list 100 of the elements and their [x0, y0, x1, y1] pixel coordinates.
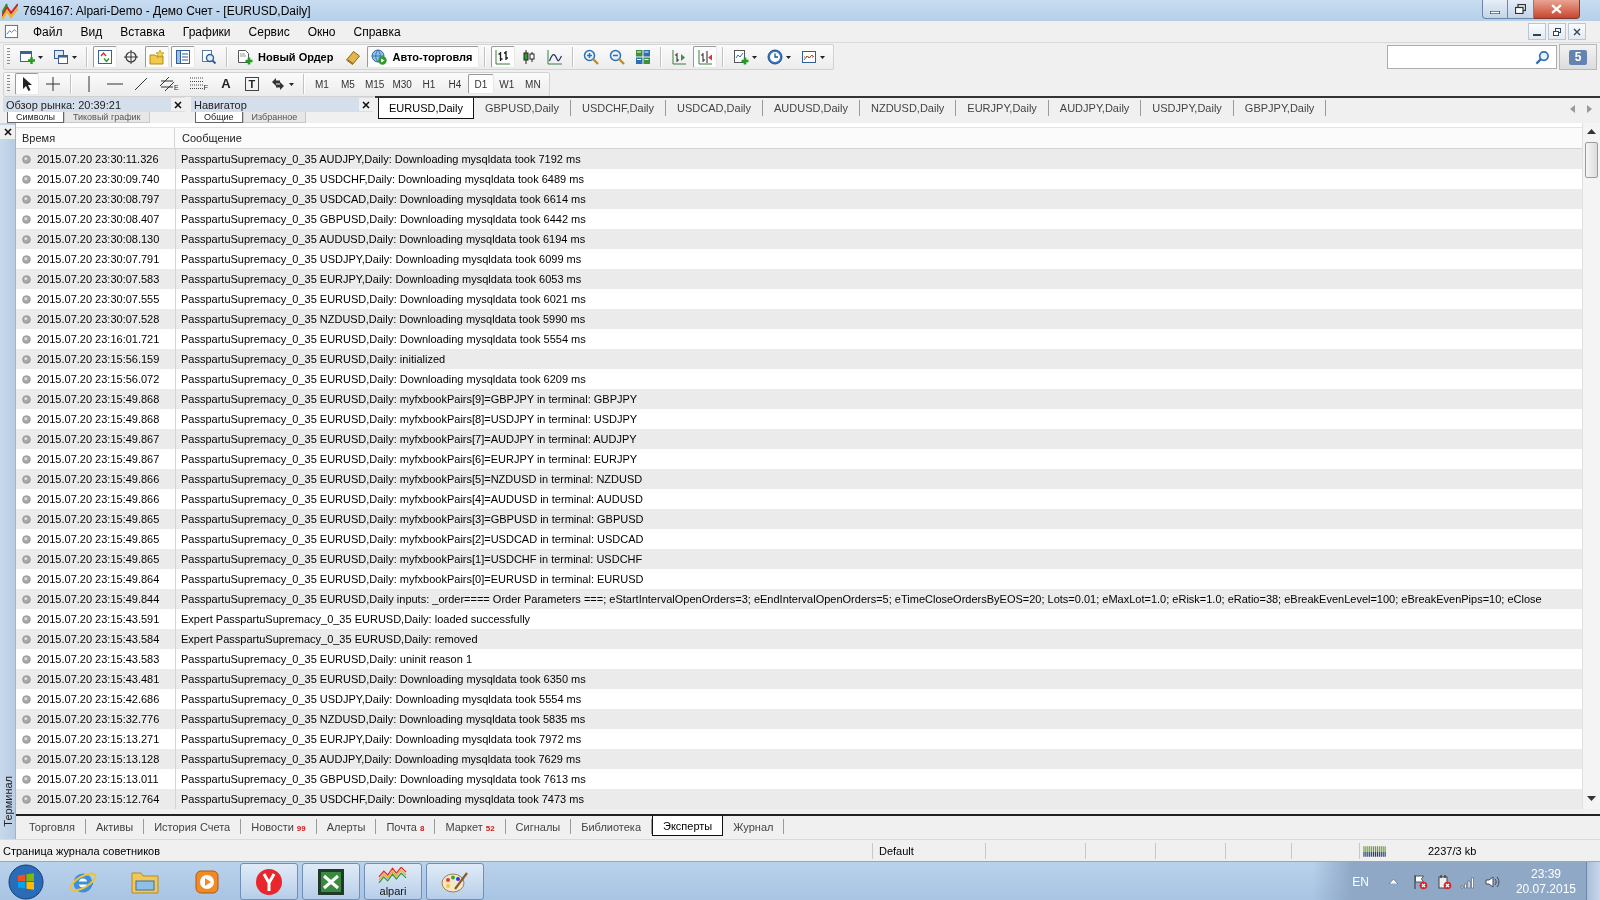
column-header[interactable]: Время	[16, 128, 175, 148]
table-row[interactable]: 2015.07.20 23:15:43.481 PasspartuSupremacy_0_35 EURUSD,Daily: Downloading mysqldata took 6350 ms	[16, 669, 1582, 689]
period-button[interactable]: W1	[493, 74, 520, 94]
drag-handle-icon[interactable]	[7, 48, 10, 66]
menu-item[interactable]: Графики	[173, 22, 240, 41]
toolbar-button[interactable]: Авто-торговля	[367, 46, 479, 68]
bar-chart-icon	[494, 49, 511, 65]
period-button[interactable]: MN	[519, 74, 546, 94]
terminal-tab[interactable]: История Счета	[144, 819, 242, 834]
taskbar-button[interactable]: alpari	[364, 863, 422, 900]
close-button[interactable]	[1534, 0, 1580, 19]
terminal-tab[interactable]: Эксперты	[652, 816, 724, 836]
restore-button[interactable]	[1548, 23, 1566, 40]
menu-item[interactable]: Сервис	[239, 22, 299, 41]
scroll-down-icon[interactable]	[1587, 796, 1596, 801]
wedge-icon	[345, 49, 362, 65]
chart-tab[interactable]: USDCHF,Daily	[570, 100, 667, 116]
table-row[interactable]: 2015.07.20 23:15:12.764 PasspartuSupremacy_0_35 USDCHF,Daily: Downloading mysqldata took 7473 ms	[16, 789, 1582, 809]
table-row[interactable]: 2015.07.20 23:15:49.865 PasspartuSupremacy_0_35 EURUSD,Daily: myfxbookPairs[1]=USDCHF in terminal: USDCHF	[16, 549, 1582, 569]
toolbar-button[interactable]	[171, 46, 195, 68]
status-dot-icon	[22, 694, 31, 704]
chart-tab[interactable]: NZDUSD,Daily	[860, 100, 957, 116]
scroll-up-icon[interactable]	[1587, 129, 1596, 134]
tool-button[interactable]: A	[213, 73, 238, 95]
chart-tab[interactable]: EURUSD,Daily	[378, 98, 474, 119]
period-button[interactable]: D1	[467, 74, 494, 94]
speaker-icon[interactable]	[1483, 873, 1500, 890]
table-row[interactable]: 2015.07.20 23:15:56.159 PasspartuSupremacy_0_35 EURUSD,Daily: initialized	[16, 349, 1582, 369]
menu-item[interactable]: Вид	[71, 22, 112, 41]
period-button[interactable]: M1	[308, 74, 335, 94]
chart-tab[interactable]: GBPJPY,Daily	[1233, 100, 1327, 116]
terminal-tab[interactable]: Сигналы	[505, 819, 572, 834]
zoom-out-icon	[608, 49, 625, 65]
table-row[interactable]: 2015.07.20 23:15:49.866 PasspartuSupremacy_0_35 EURUSD,Daily: myfxbookPairs[5]=NZDUSD in terminal: NZDUSD	[16, 469, 1582, 489]
terminal-tab[interactable]: Алерты	[316, 819, 377, 834]
column-header[interactable]: Сообщение	[175, 128, 1582, 148]
flag-error-icon[interactable]	[1411, 873, 1428, 890]
close-button[interactable]	[0, 125, 15, 139]
table-row[interactable]: 2015.07.20 23:15:49.865 PasspartuSupremacy_0_35 EURUSD,Daily: myfxbookPairs[3]=GBPUSD in terminal: GBPUSD	[16, 509, 1582, 529]
restore-button[interactable]	[1508, 0, 1534, 19]
table-row[interactable]: 2015.07.20 23:30:07.583 PasspartuSupremacy_0_35 EURJPY,Daily: Downloading mysqldata took 6053 ms	[16, 269, 1582, 289]
status-dot-icon	[22, 534, 31, 544]
chart-tab[interactable]: AUDJPY,Daily	[1048, 100, 1142, 116]
period-button[interactable]: H1	[415, 74, 442, 94]
table-row[interactable]: 2015.07.20 23:15:43.584 Expert PasspartuSupremacy_0_35 EURUSD,Daily: removed	[16, 629, 1582, 649]
terminal-tab[interactable]: Почта 8	[376, 819, 436, 834]
terminal-tab[interactable]: Маркет 52	[435, 819, 506, 834]
taskbar-button[interactable]	[302, 863, 360, 900]
table-row[interactable]: 2015.07.20 23:30:08.130 PasspartuSupremacy_0_35 AUDUSD,Daily: Downloading mysqldata took 6194 ms	[16, 229, 1582, 249]
vertical-line-icon	[88, 76, 90, 92]
power-plug-error-icon[interactable]	[1435, 873, 1452, 890]
scrollbar[interactable]	[1582, 123, 1600, 809]
close-button[interactable]	[359, 98, 373, 111]
toolbar-button[interactable]	[490, 46, 515, 68]
chart-tab[interactable]: AUDUSD,Daily	[763, 100, 860, 116]
chart-tab[interactable]: USDJPY,Daily	[1141, 100, 1234, 116]
table-row[interactable]: 2015.07.20 23:15:13.128 PasspartuSupremacy_0_35 AUDJPY,Daily: Downloading mysqldata took 7629 ms	[16, 749, 1582, 769]
table-row[interactable]: 2015.07.20 23:30:07.528 PasspartuSupremacy_0_35 NZDUSD,Daily: Downloading mysqldata took 5990 ms	[16, 309, 1582, 329]
chart-tab[interactable]: GBPUSD,Daily	[473, 100, 571, 116]
terminal-tab[interactable]: Журнал	[723, 819, 785, 834]
table-cell-text: 2015.07.20 23:30:07.583	[37, 273, 161, 285]
minimize-button[interactable]	[1528, 23, 1546, 40]
status-dot-icon	[22, 194, 31, 204]
table-row[interactable]: 2015.07.20 23:15:49.867 PasspartuSupremacy_0_35 EURUSD,Daily: myfxbookPairs[7]=AUDJPY in terminal: AUDJPY	[16, 429, 1582, 449]
chart-tab[interactable]: USDCAD,Daily	[666, 100, 764, 116]
menu-item[interactable]: Справка	[344, 22, 410, 41]
menu-item[interactable]: Вставка	[111, 22, 174, 41]
drag-handle-icon[interactable]	[7, 75, 10, 93]
terminal-tab[interactable]: Активы	[85, 819, 145, 834]
close-button[interactable]	[171, 98, 185, 111]
zoom-in-icon	[582, 49, 599, 65]
tool-button[interactable]: T	[239, 73, 264, 95]
scrollbar-thumb[interactable]	[1585, 142, 1598, 178]
chart-tab[interactable]: EURJPY,Daily	[956, 100, 1049, 116]
table-row[interactable]: 2015.07.20 23:30:08.797 PasspartuSupremacy_0_35 USDCAD,Daily: Downloading mysqldata took 6614 ms	[16, 189, 1582, 209]
panel-title: Навигатор	[194, 98, 247, 111]
period-button[interactable]: M30	[388, 74, 416, 94]
period-button[interactable]: M15	[360, 74, 389, 94]
search-field[interactable]	[1387, 45, 1557, 69]
table-cell-text: 2015.07.20 23:30:08.797	[37, 193, 161, 205]
status-dot-icon	[22, 374, 31, 384]
period-button[interactable]: H4	[441, 74, 468, 94]
search-icon[interactable]	[1535, 49, 1550, 65]
chart-document-icon[interactable]	[4, 24, 19, 39]
table-row[interactable]: 2015.07.20 23:30:11.326 PasspartuSupremacy_0_35 AUDJPY,Daily: Downloading mysqldata took 7192 ms	[16, 149, 1582, 169]
table-row[interactable]: 2015.07.20 23:15:49.868 PasspartuSupremacy_0_35 EURUSD,Daily: myfxbookPairs[9]=GBPJPY in terminal: GBPJPY	[16, 389, 1582, 409]
terminal-tab[interactable]: Новости 99	[241, 819, 317, 834]
tool-button[interactable]	[15, 73, 39, 95]
period-button[interactable]: M5	[334, 74, 361, 94]
chevron-up-icon[interactable]	[1388, 879, 1398, 884]
table-row[interactable]: 2015.07.20 23:15:32.776 PasspartuSupremacy_0_35 NZDUSD,Daily: Downloading mysqldata took 5835 ms	[16, 709, 1582, 729]
table-cell-text: 2015.07.20 23:15:13.011	[37, 773, 160, 785]
unread-count: 99	[296, 823, 306, 833]
messages-button[interactable]: 5	[1559, 44, 1597, 70]
toolbar-button[interactable]	[93, 46, 117, 68]
menu-item[interactable]: Файл	[24, 22, 72, 41]
menu-item[interactable]: Окно	[298, 22, 345, 41]
toolbar-button[interactable]: Новый Ордер	[233, 46, 340, 68]
terminal-tab[interactable]: Торговля	[19, 819, 86, 834]
close-icon	[3, 128, 12, 136]
